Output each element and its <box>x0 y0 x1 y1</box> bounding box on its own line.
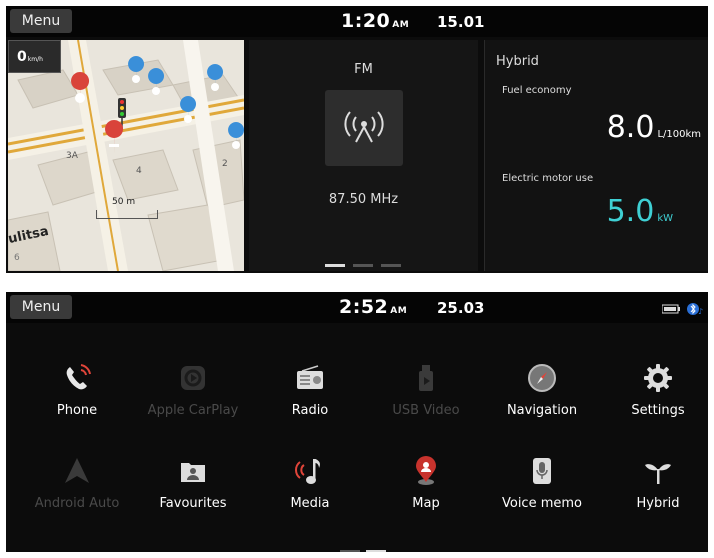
app-android-auto[interactable]: Android Auto <box>22 455 132 511</box>
fuel-economy-label: Fuel economy <box>502 85 572 96</box>
speed-unit: km/h <box>27 56 43 63</box>
map-scale-bar <box>96 210 158 219</box>
radio-antenna-icon <box>344 111 384 143</box>
app-map[interactable]: Map <box>371 455 481 511</box>
motor-use-label: Electric motor use <box>502 173 594 184</box>
music-note-icon <box>295 459 320 484</box>
favourites-icon <box>181 463 205 482</box>
date: 15.01 <box>437 13 485 31</box>
page-dot[interactable] <box>353 264 373 267</box>
motor-use-unit: kW <box>657 213 673 224</box>
app-apple-carplay[interactable]: Apple CarPlay <box>138 362 248 418</box>
map-pin-icon <box>416 456 436 485</box>
building-label: 4 <box>136 166 142 176</box>
clock-time: 1:20 <box>341 10 391 32</box>
building-label: 2 <box>222 159 228 169</box>
carplay-icon <box>181 366 205 390</box>
fuel-economy-value: 8.0 L/100km <box>607 110 701 145</box>
radio-tile <box>325 90 403 166</box>
app-usb-video[interactable]: USB Video <box>371 362 481 418</box>
app-hybrid[interactable]: Hybrid <box>603 455 708 511</box>
app-label: Phone <box>56 403 98 418</box>
clock: 2:52 AM <box>339 296 407 318</box>
clock-time: 2:52 <box>339 296 389 318</box>
menu-button[interactable]: Menu <box>10 295 72 319</box>
bluetooth-icon: ♪ <box>687 303 703 316</box>
radio-widget[interactable]: FM 87.50 MHz <box>249 40 478 271</box>
page-dot[interactable] <box>381 264 401 267</box>
page-dot[interactable] <box>325 264 345 267</box>
app-media[interactable]: Media <box>255 455 365 511</box>
app-favourites[interactable]: Favourites <box>138 455 248 511</box>
app-label: Radio <box>291 403 329 418</box>
page-dot[interactable] <box>366 550 386 552</box>
building-label: 6 <box>14 253 20 263</box>
apps-menu-screen: Menu 2:52 AM 25.03 ♪ Phone Apple CarPlay… <box>6 292 708 552</box>
app-voice-memo[interactable]: Voice memo <box>487 455 597 511</box>
app-label: USB Video <box>392 403 460 418</box>
app-label: Navigation <box>506 403 578 418</box>
app-label: Map <box>412 496 440 511</box>
voice-memo-icon <box>533 458 551 484</box>
app-label: Hybrid <box>636 496 680 511</box>
radio-icon <box>297 365 323 389</box>
app-phone[interactable]: Phone <box>22 362 132 418</box>
sprout-icon <box>645 464 671 484</box>
clock-ampm: AM <box>392 20 410 30</box>
app-label: Android Auto <box>34 496 120 511</box>
motor-use-number: 5.0 <box>606 194 655 229</box>
svg-text:♪: ♪ <box>698 307 703 316</box>
android-auto-icon <box>65 458 89 483</box>
app-label: Media <box>290 496 330 511</box>
clock-ampm: AM <box>390 306 408 316</box>
compass-icon <box>528 364 556 392</box>
motor-use-value: 5.0 kW <box>607 194 673 229</box>
speed-indicator: 0km/h <box>8 40 61 73</box>
map-scale-label: 50 m <box>112 197 136 207</box>
status-icons: ♪ <box>661 301 704 316</box>
fuel-economy-unit: L/100km <box>657 129 701 140</box>
home-widgets-screen: Menu 1:20 AM 15.01 3A 4 2 6 0km/h 50 m u… <box>6 6 708 273</box>
radio-band: FM <box>354 62 373 77</box>
hybrid-title: Hybrid <box>496 54 539 69</box>
fuel-economy-number: 8.0 <box>606 110 655 145</box>
page-dot[interactable] <box>340 550 360 552</box>
page-indicator <box>340 550 390 552</box>
app-label: Voice memo <box>501 496 582 511</box>
building-label: 3A <box>66 151 79 161</box>
speed-value: 0 <box>17 49 27 65</box>
app-settings[interactable]: Settings <box>603 362 708 418</box>
hybrid-widget[interactable]: Hybrid Fuel economy 8.0 L/100km Electric … <box>484 40 708 271</box>
app-label: Apple CarPlay <box>147 403 239 418</box>
menu-button[interactable]: Menu <box>10 9 72 33</box>
page-indicator <box>325 264 405 267</box>
clock: 1:20 AM <box>341 10 409 32</box>
gear-icon <box>644 364 672 392</box>
phone-icon <box>66 364 91 390</box>
status-bar: Menu 2:52 AM 25.03 ♪ <box>6 292 708 323</box>
battery-icon <box>661 304 680 314</box>
map-widget[interactable]: 3A 4 2 6 0km/h 50 m ulitsa <box>8 40 244 271</box>
app-label: Settings <box>631 403 685 418</box>
radio-frequency: 87.50 MHz <box>328 192 399 207</box>
usb-video-icon <box>419 365 433 391</box>
app-navigation[interactable]: Navigation <box>487 362 597 418</box>
app-label: Favourites <box>159 496 227 511</box>
status-bar: Menu 1:20 AM 15.01 <box>6 6 708 37</box>
app-radio[interactable]: Radio <box>255 362 365 418</box>
date: 25.03 <box>437 299 485 317</box>
